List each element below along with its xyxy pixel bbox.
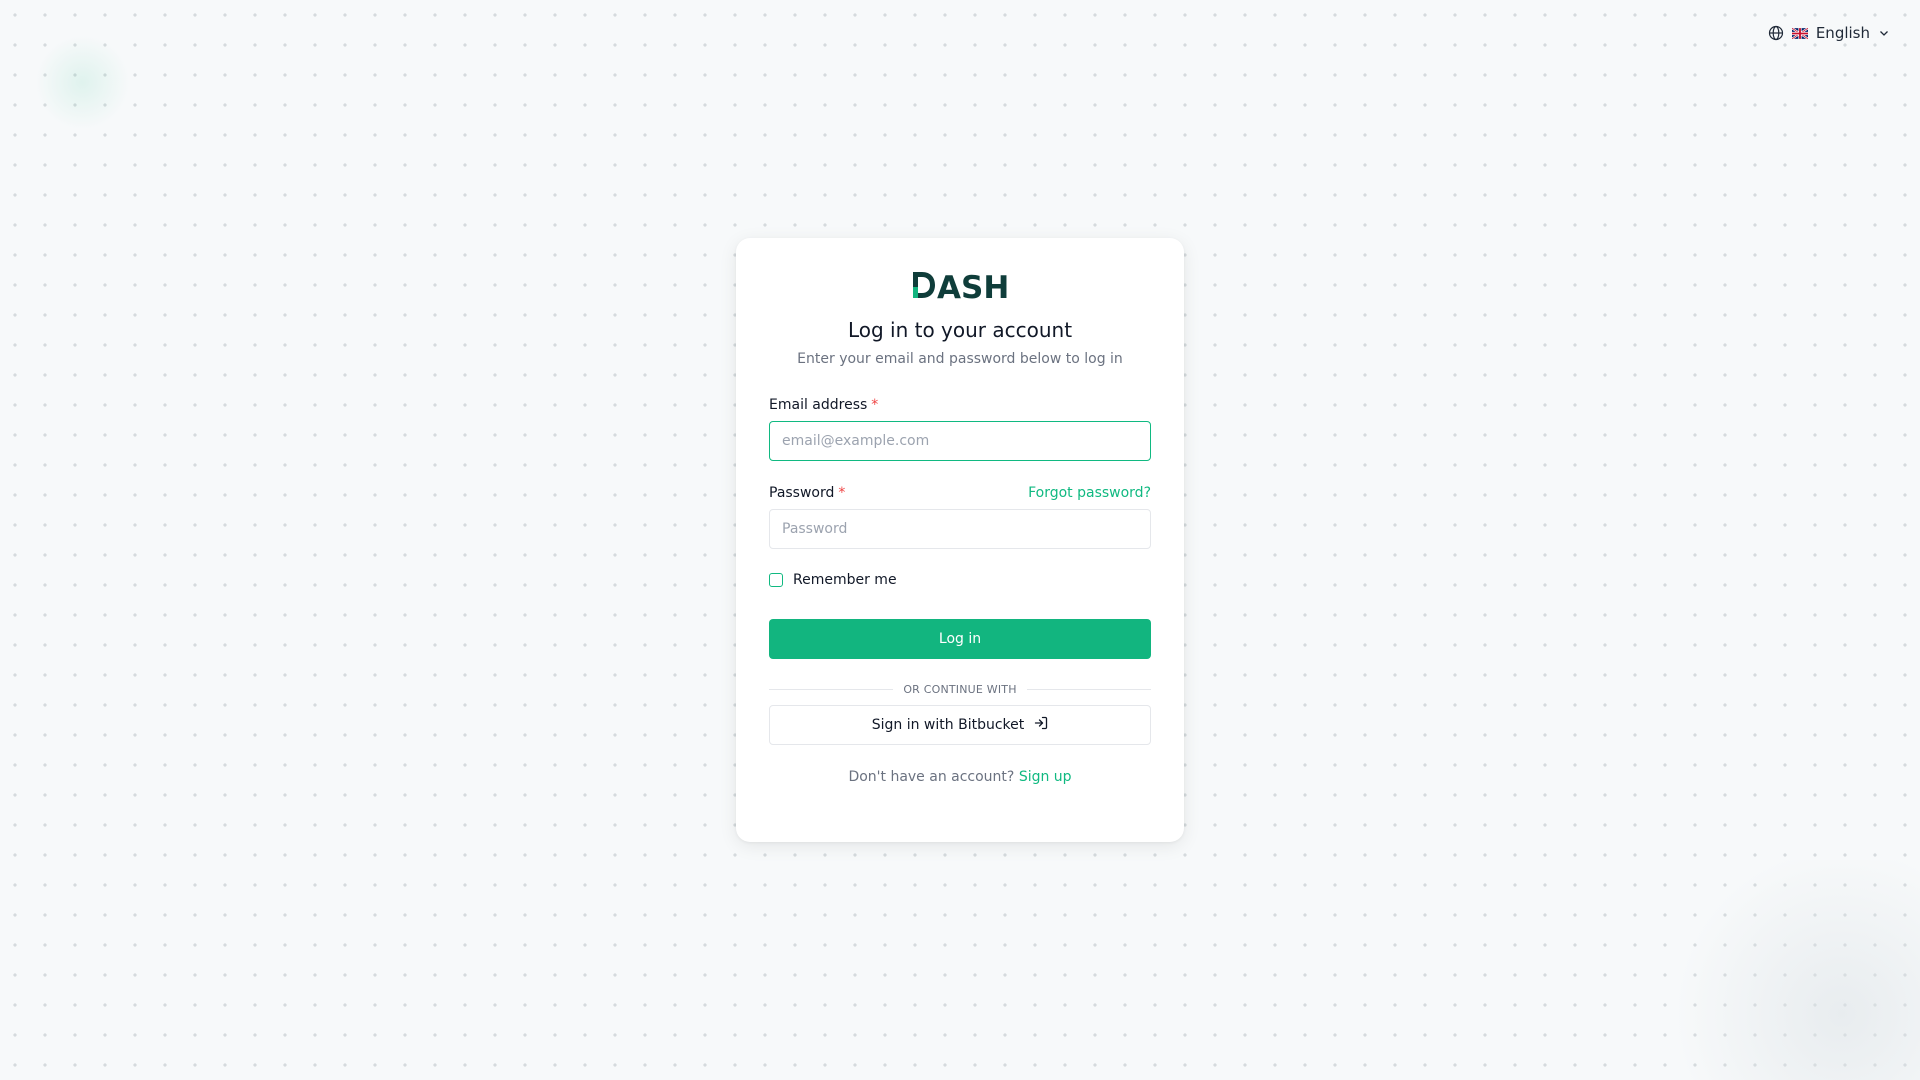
divider-line — [769, 689, 894, 690]
password-input[interactable] — [769, 509, 1151, 549]
signup-link[interactable]: Sign up — [1019, 769, 1072, 785]
oauth-divider: OR CONTINUE WITH — [769, 683, 1151, 696]
forgot-password-link[interactable]: Forgot password? — [1028, 485, 1151, 501]
logo-text: ASH — [937, 270, 1009, 302]
password-label-row: Password * Forgot password? — [769, 485, 1151, 501]
divider-text: OR CONTINUE WITH — [903, 683, 1017, 696]
language-selector[interactable]: English — [1768, 24, 1890, 42]
sign-in-icon — [1034, 716, 1048, 734]
remember-me-row: Remember me — [769, 572, 1151, 588]
bitbucket-signin-label: Sign in with Bitbucket — [871, 717, 1025, 733]
language-label: English — [1815, 24, 1870, 42]
background-glow — [1660, 860, 1920, 1080]
password-label: Password — [769, 485, 835, 501]
logo-mark: ASH — [913, 270, 1009, 302]
uk-flag-icon — [1791, 27, 1808, 39]
email-input[interactable] — [769, 421, 1151, 461]
page-title: Log in to your account — [847, 318, 1073, 342]
email-label: Email address — [769, 397, 868, 413]
background-glow — [35, 35, 130, 130]
divider-line — [1026, 689, 1151, 690]
dash-logo: ASH — [769, 268, 1151, 302]
remember-me-checkbox[interactable] — [769, 573, 783, 587]
email-label-row: Email address * — [769, 397, 1151, 413]
required-mark: * — [838, 485, 846, 501]
required-mark: * — [871, 397, 879, 413]
remember-me-label[interactable]: Remember me — [793, 572, 897, 588]
signup-prompt: Don't have an account? — [848, 769, 1015, 785]
bitbucket-signin-button[interactable]: Sign in with Bitbucket — [769, 705, 1151, 745]
globe-icon — [1768, 25, 1784, 41]
page-subtitle: Enter your email and password below to l… — [797, 351, 1123, 367]
chevron-down-icon — [1878, 27, 1890, 39]
login-button[interactable]: Log in — [769, 619, 1151, 659]
signup-row: Don't have an account? Sign up — [769, 769, 1151, 785]
login-card: ASH Log in to your account Enter your em… — [736, 238, 1184, 842]
